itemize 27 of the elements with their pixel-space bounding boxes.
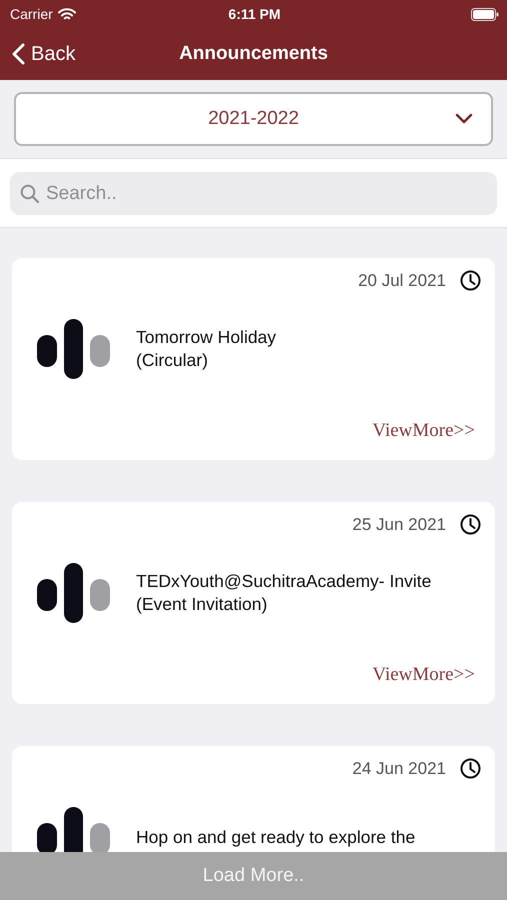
search-icon — [20, 184, 40, 204]
search-field[interactable]: Search.. — [10, 172, 497, 215]
bars-icon — [36, 807, 112, 852]
wifi-icon — [58, 8, 76, 20]
back-chevron-icon — [12, 43, 25, 65]
clock-icon — [460, 514, 481, 535]
bars-icon — [36, 563, 112, 623]
chevron-down-icon — [455, 113, 473, 124]
announcement-title: Tomorrow Holiday — [136, 326, 276, 349]
announcement-category: (Event Invitation) — [136, 593, 268, 616]
year-dropdown[interactable]: 2021-2022 — [14, 92, 493, 146]
clock-icon — [460, 270, 481, 291]
view-more-link[interactable]: ViewMore>> — [372, 420, 475, 442]
announcement-title: TEDxYouth@SuchitraAcademy- Invite — [136, 570, 432, 593]
carrier-label: Carrier — [10, 6, 53, 22]
announcement-date: 25 Jun 2021 — [352, 514, 446, 534]
announcement-date: 24 Jun 2021 — [352, 758, 446, 778]
battery-icon — [471, 8, 499, 20]
bars-icon — [36, 319, 112, 379]
screen-title: Announcements — [179, 43, 328, 65]
back-button[interactable]: Back — [12, 42, 76, 66]
view-more-link[interactable]: ViewMore>> — [372, 664, 475, 686]
status-time: 6:11 PM — [228, 6, 281, 22]
announcement-title: Hop on and get ready to explore the — [136, 826, 416, 848]
clock-icon — [460, 758, 481, 779]
announcement-date: 20 Jul 2021 — [358, 270, 446, 290]
announcement-category: (Circular) — [136, 349, 209, 372]
